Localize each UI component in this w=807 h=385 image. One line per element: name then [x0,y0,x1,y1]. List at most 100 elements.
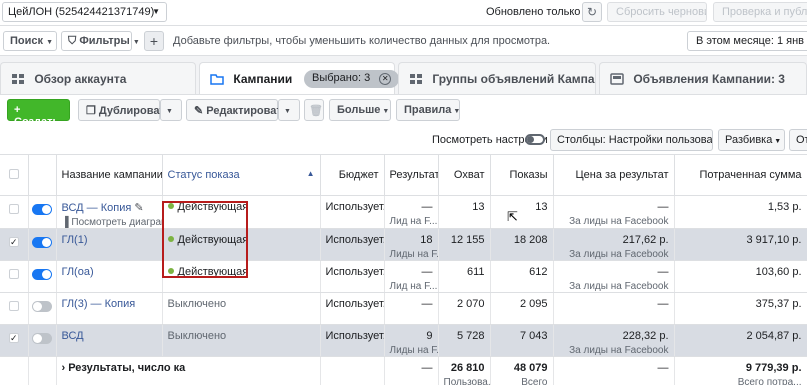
row-checkbox[interactable] [8,204,19,214]
row-checkbox-checked[interactable]: ✓ [8,333,19,343]
tab-adsets[interactable]: Группы объявлений Кампани... [398,62,596,94]
search-button[interactable]: Поиск ▼ [3,31,57,51]
col-impressions[interactable]: Показы [490,154,554,196]
create-button[interactable]: + Создать [7,99,70,128]
review-publish-button[interactable]: Проверка и публикация [713,2,807,22]
add-filter-button[interactable]: + [144,31,164,51]
tab-account-overview[interactable]: Обзор аккаунта [0,62,196,94]
row-checkbox[interactable] [8,269,19,279]
discard-drafts-button[interactable]: Сбросить черновики [607,2,707,22]
close-icon[interactable]: ✕ [379,73,392,85]
col-campaign-name[interactable]: Название кампании [56,154,163,196]
duplicate-button[interactable]: ❐ Дублировать [78,99,172,121]
chevron-down-icon: ▼ [772,138,782,145]
impressions-cell: 18 208 [490,228,554,261]
tab-label: Группы объявлений Кампани... [432,72,595,86]
date-range-button[interactable]: В этом месяце: 1 янв 2020 [687,31,807,51]
edit-label: Редактировать [206,105,289,117]
selected-count-badge[interactable]: Выбрано: 3 ✕ [304,70,400,88]
campaign-name-cell[interactable]: ГЛ(3) — Копия [56,292,163,325]
reach-cell: 12 155 [438,228,491,261]
more-button[interactable]: Больше ▼ [329,99,391,121]
campaign-name-link[interactable]: ВСД — Копия ✎ [62,201,157,214]
select-all-cell[interactable] [0,154,29,196]
budget-value: Использует... [325,266,384,278]
select-all-checkbox[interactable] [8,168,19,179]
campaign-name-cell[interactable]: ВСД — Копия ✎ ▐ Посмотреть диаграммы [56,195,163,229]
campaign-name-link[interactable]: ВСД [62,330,157,342]
edit-button[interactable]: ✎ Редактировать [186,99,289,121]
campaign-toggle[interactable] [32,269,52,280]
refresh-button[interactable]: ↻ [582,2,602,22]
breakdown-button[interactable]: Разбивка ▼ [718,129,785,151]
row-checkbox-cell[interactable] [0,292,29,325]
table-row[interactable]: ГЛ(оа) Действующая Использует... —Лид на… [0,260,807,293]
status-text: Выключено [167,330,227,342]
campaign-toggle[interactable] [32,301,52,312]
status-text: Выключено [167,298,227,310]
row-toggle-cell[interactable] [28,324,57,357]
grid-icon [410,74,422,84]
campaign-name-link[interactable]: ГЛ(1) [62,234,157,246]
delete-button[interactable]: 🗑 [304,99,324,121]
row-toggle-cell[interactable] [28,260,57,293]
budget-cell: Использует... [320,260,385,293]
campaign-name-cell[interactable]: ГЛ(1) [56,228,163,261]
row-toggle-cell[interactable] [28,292,57,325]
col-cost-per-result[interactable]: Цена за результат [553,154,675,196]
campaign-name-cell[interactable]: ВСД [56,324,163,357]
chevron-down-icon: ▼ [380,108,390,115]
selected-count: Выбрано: 3 [312,72,371,84]
cost-cell: 228,32 р. За лиды на Facebook [553,324,675,357]
results-sub: Лиды на F... [389,345,438,356]
col-results[interactable]: Результаты [384,154,439,196]
row-checkbox[interactable] [8,301,19,311]
export-button[interactable]: От [789,129,807,151]
budget-value: Использует... [325,234,384,246]
campaign-toggle[interactable] [32,237,52,248]
spent-value: 103,60 р. [755,266,802,278]
edit-dropdown[interactable]: ▼ [278,99,300,121]
campaign-name-link[interactable]: ГЛ(оа) [62,266,157,278]
rules-button[interactable]: Правила ▼ [396,99,460,121]
results-cell: 9 Лиды на F... [384,324,439,357]
results-value: — [421,298,433,310]
impressions-cell: 612 [490,260,554,293]
table-row[interactable]: ✓ ГЛ(1) Действующая Использует... 18Лиды… [0,228,807,261]
row-toggle-cell[interactable] [28,228,57,261]
results-cell: 18 Лиды на F... [384,228,439,261]
table-row[interactable]: ✓ ВСД Выключено Использует... 9 Лиды на F… [0,324,807,357]
totals-budget [320,356,385,385]
pencil-icon[interactable]: ✎ [134,202,143,214]
row-toggle-cell[interactable] [28,195,57,229]
campaign-toggle[interactable] [32,333,52,344]
duplicate-dropdown[interactable]: ▼ [160,99,182,121]
totals-label-cell[interactable]: › Результаты, число ка [56,356,321,385]
col-reach[interactable]: Охват [438,154,491,196]
table-row[interactable]: ГЛ(3) — Копия Выключено Использует... — … [0,292,807,325]
columns-button[interactable]: Столбцы: Настройки пользовате ▼ [550,129,713,151]
col-delivery-status[interactable]: Статус показа ▲ [162,154,321,196]
campaign-name-link[interactable]: ГЛ(3) — Копия [62,298,157,310]
reach-cell: 5 728 [438,324,491,357]
level-tabs: Обзор аккаунта Кампании Выбрано: 3 ✕ Гру… [0,62,807,94]
row-checkbox-cell[interactable]: ✓ [0,324,29,357]
view-settings-toggle[interactable] [525,134,545,145]
impressions-value: 13 [535,201,548,213]
account-selector[interactable]: ЦейЛОН (525424421371749) ▼ [2,2,167,22]
col-amount-spent[interactable]: Потраченная сумма [674,154,807,196]
tab-ads[interactable]: Объявления Кампании: 3 [599,62,807,94]
row-checkbox-cell[interactable] [0,195,29,229]
row-checkbox-cell[interactable]: ✓ [0,228,29,261]
budget-cell: Использует... [320,195,385,229]
col-budget[interactable]: Бюджет [320,154,385,196]
row-checkbox-cell[interactable] [0,260,29,293]
totals-reach-value: 26 810 [450,362,485,374]
view-charts-link[interactable]: ▐ Посмотреть диаграммы [62,217,162,228]
totals-results-value: — [421,362,433,374]
campaign-toggle[interactable] [32,204,52,215]
row-checkbox-checked[interactable]: ✓ [8,237,19,247]
campaign-name-cell[interactable]: ГЛ(оа) [56,260,163,293]
table-row[interactable]: ВСД — Копия ✎ ▐ Посмотреть диаграммы Дей… [0,195,807,229]
filters-button[interactable]: ⛉ Фильтры ▼ [61,31,140,51]
